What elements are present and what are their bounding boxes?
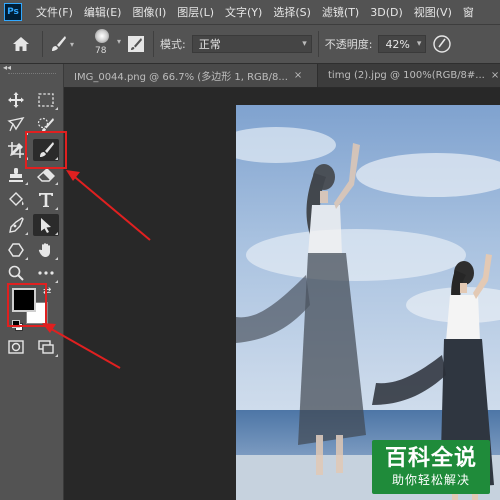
watermark-logo: 百科全说 助你轻松解决 bbox=[372, 440, 490, 494]
watermark-title: 百科全说 bbox=[384, 446, 477, 471]
annotation-arrows bbox=[42, 170, 151, 369]
watermark-subtitle: 助你轻松解决 bbox=[391, 473, 470, 487]
